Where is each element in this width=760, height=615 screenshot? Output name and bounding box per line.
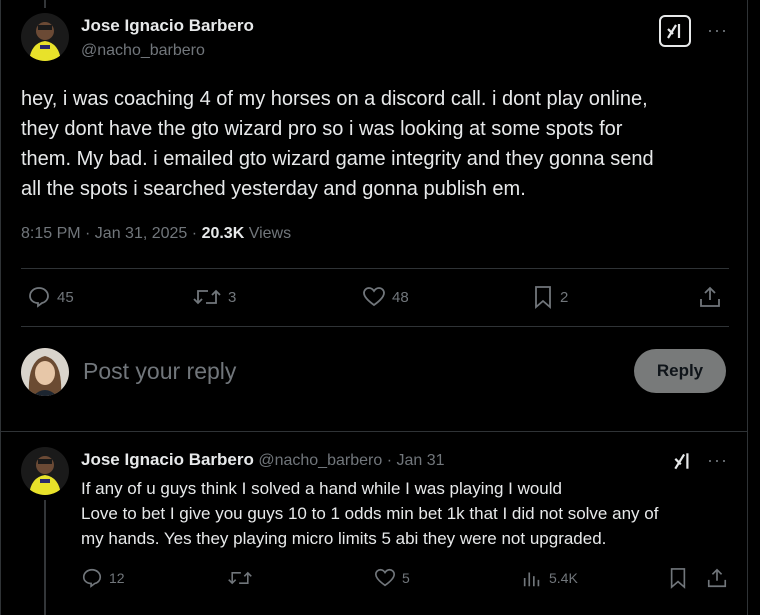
like-count: 48 bbox=[392, 288, 409, 306]
viewer-avatar[interactable] bbox=[21, 348, 69, 396]
views-icon bbox=[523, 572, 540, 587]
reply-text-line: my hands. Yes they playing micro limits … bbox=[81, 529, 607, 548]
bookmark-icon bbox=[535, 286, 551, 309]
repost-icon bbox=[193, 289, 221, 305]
tweet-text-line: hey, i was coaching 4 of my horses on a … bbox=[21, 88, 648, 110]
left-border bbox=[0, 0, 1, 615]
reply-views-count: 5.4K bbox=[549, 570, 578, 586]
reply-icon bbox=[29, 287, 49, 308]
reply-reply-action[interactable]: 12 bbox=[81, 567, 125, 589]
reply-reply-count: 12 bbox=[109, 570, 125, 586]
tweet-timestamp[interactable]: 8:15 PM · Jan 31, 2025 · bbox=[21, 225, 197, 242]
reply-input[interactable]: Post your reply bbox=[83, 358, 236, 385]
divider bbox=[21, 326, 729, 327]
like-action[interactable]: 48 bbox=[362, 285, 409, 309]
reply-icon bbox=[82, 568, 102, 588]
author-handle[interactable]: @nacho_barbero bbox=[81, 42, 205, 60]
repost-icon bbox=[228, 571, 252, 585]
heart-icon bbox=[375, 568, 395, 587]
right-border bbox=[747, 0, 748, 615]
repost-action[interactable]: 3 bbox=[192, 285, 236, 309]
reply-like-action[interactable]: 5 bbox=[374, 567, 410, 589]
author-avatar[interactable] bbox=[21, 13, 69, 61]
divider bbox=[0, 431, 748, 432]
reply-share-action[interactable] bbox=[706, 567, 728, 589]
reply-button[interactable]: Reply bbox=[634, 349, 726, 393]
reply-author-avatar[interactable] bbox=[21, 447, 69, 495]
tweet-meta: 8:15 PM · Jan 31, 2025 · 20.3K Views bbox=[21, 225, 291, 243]
share-icon bbox=[707, 568, 727, 588]
reply-more-options-icon[interactable]: ··· bbox=[707, 450, 728, 471]
reply-bookmark-action[interactable] bbox=[668, 567, 688, 589]
reply-grok-icon[interactable] bbox=[672, 450, 694, 477]
reply-text-line: If any of u guys think I solved a hand w… bbox=[81, 479, 562, 498]
divider bbox=[21, 268, 729, 269]
reply-views-action[interactable]: 5.4K bbox=[521, 567, 578, 589]
reply-repost-action[interactable] bbox=[227, 567, 253, 589]
grok-icon[interactable] bbox=[659, 15, 691, 47]
more-options-icon[interactable]: ··· bbox=[707, 20, 728, 41]
share-icon bbox=[700, 286, 720, 307]
share-action[interactable] bbox=[698, 285, 722, 309]
reply-count: 45 bbox=[57, 288, 74, 306]
reply-author-handle[interactable]: @nacho_barbero bbox=[258, 452, 382, 469]
repost-count: 3 bbox=[228, 288, 237, 306]
reply-action[interactable]: 45 bbox=[27, 285, 74, 309]
reply-header: Jose Ignacio Barbero @nacho_barbero · Ja… bbox=[81, 450, 445, 470]
tweet-text-line: them. My bad. i emailed gto wizard game … bbox=[21, 148, 654, 170]
tweet-text-line: they dont have the gto wizard pro so i w… bbox=[21, 118, 623, 140]
reply-like-count: 5 bbox=[402, 570, 410, 586]
reply-author-name[interactable]: Jose Ignacio Barbero bbox=[81, 450, 254, 469]
views-count: 20.3K bbox=[201, 225, 245, 242]
author-name[interactable]: Jose Ignacio Barbero bbox=[81, 16, 254, 36]
heart-icon bbox=[363, 287, 385, 307]
reply-text-line: Love to bet I give you guys 10 to 1 odds… bbox=[81, 504, 659, 523]
reply-date[interactable]: · Jan 31 bbox=[387, 452, 445, 469]
tweet-text-line: all the spots i searched yesterday and g… bbox=[21, 178, 526, 200]
views-label: Views bbox=[248, 225, 292, 242]
thread-line-top bbox=[44, 0, 46, 8]
bookmark-icon bbox=[670, 568, 686, 589]
bookmark-count: 2 bbox=[560, 288, 569, 306]
reply-text: If any of u guys think I solved a hand w… bbox=[81, 476, 741, 551]
tweet-text: hey, i was coaching 4 of my horses on a … bbox=[21, 84, 721, 204]
reply-thread-line bbox=[44, 500, 46, 615]
bookmark-action[interactable]: 2 bbox=[532, 285, 568, 309]
